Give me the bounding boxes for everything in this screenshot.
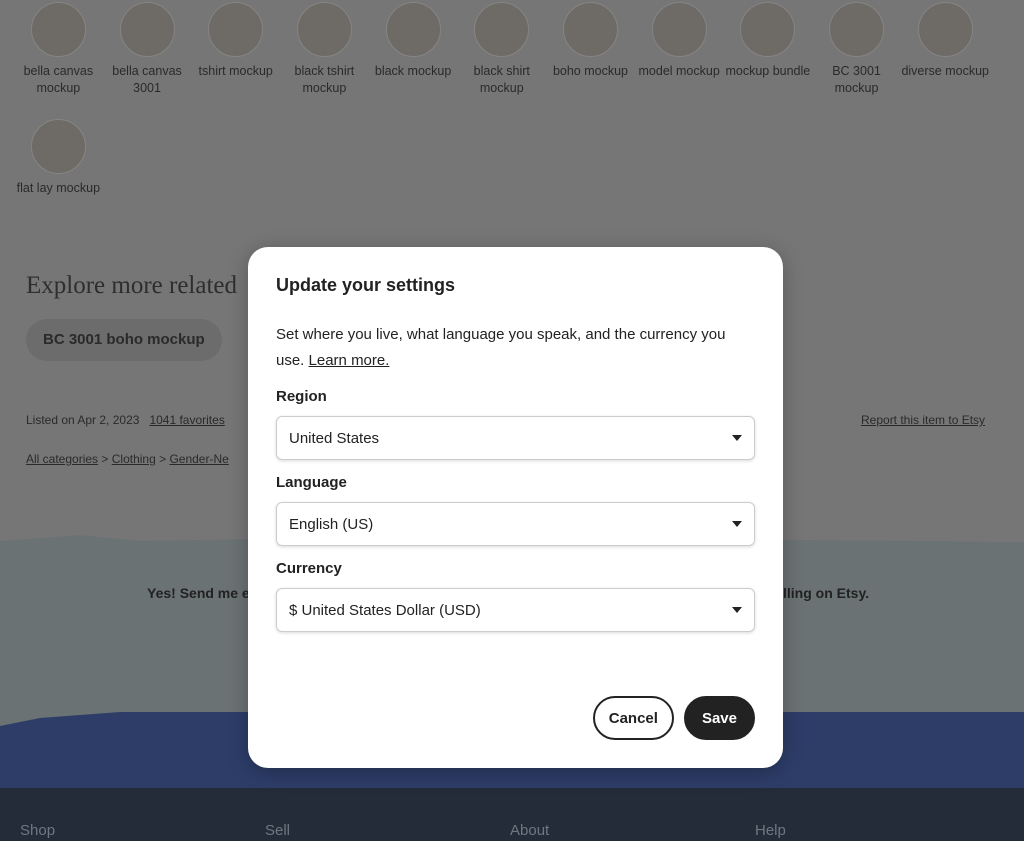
thumbnail-image	[829, 2, 885, 57]
related-search-chip[interactable]: diverse mockup	[901, 2, 990, 97]
chip-label: tshirt mockup	[198, 64, 273, 78]
related-search-chip[interactable]: boho mockup	[546, 2, 635, 97]
chip-label: model mockup	[638, 64, 720, 78]
thumbnail-image	[30, 2, 86, 57]
thumbnail-image	[651, 2, 707, 57]
explore-title: Explore more related	[26, 272, 238, 299]
report-link[interactable]: Report this item to Etsy	[861, 413, 985, 427]
related-search-pill[interactable]: BC 3001 boho mockup	[26, 319, 222, 361]
footer-shop[interactable]: Shop	[20, 822, 55, 839]
region-label: Region	[276, 388, 327, 405]
region-select[interactable]: United States	[276, 416, 755, 460]
currency-value: $ United States Dollar (USD)	[289, 601, 481, 619]
save-button[interactable]: Save	[683, 696, 755, 740]
newsletter-text-left: Yes! Send me e	[147, 585, 250, 601]
thumbnail-image	[208, 2, 264, 57]
chip-label: bella canvas mockup	[23, 64, 94, 95]
footer: Shop Sell About Help	[0, 788, 1024, 841]
thumbnail-image	[296, 2, 352, 57]
footer-sell[interactable]: Sell	[265, 822, 290, 839]
footer-about[interactable]: About	[510, 822, 549, 839]
thumbnail-image	[474, 2, 530, 57]
related-search-chip[interactable]: tshirt mockup	[191, 2, 280, 97]
caret-down-icon	[732, 521, 742, 527]
thumbnail-image	[562, 2, 618, 57]
crumb-gender[interactable]: Gender-Ne	[169, 452, 228, 466]
thumbnail-image	[917, 2, 973, 57]
related-search-chip[interactable]: bella canvas mockup	[14, 2, 103, 97]
related-search-chip[interactable]: BC 3001 mockup	[812, 2, 901, 97]
chip-label: BC 3001 mockup	[832, 64, 881, 95]
modal-title: Update your settings	[276, 275, 456, 295]
language-value: English (US)	[289, 515, 374, 533]
listing-meta: Listed on Apr 2, 2023 1041 favorites	[26, 413, 225, 427]
related-search-chip[interactable]: bella canvas 3001	[103, 2, 192, 97]
newsletter-text-right: lling on Etsy.	[783, 585, 870, 601]
caret-down-icon	[732, 607, 742, 613]
language-label: Language	[276, 474, 347, 491]
listed-date: Listed on Apr 2, 2023	[26, 413, 140, 427]
related-search-chip[interactable]: black tshirt mockup	[280, 2, 369, 97]
chip-label: boho mockup	[552, 64, 628, 78]
settings-modal: Update your settings Set where you live,…	[248, 247, 783, 768]
caret-down-icon	[732, 435, 742, 441]
currency-select[interactable]: $ United States Dollar (USD)	[276, 588, 755, 632]
related-search-chip[interactable]: flat lay mockup	[14, 119, 103, 197]
thumbnail-image	[740, 2, 796, 57]
region-value: United States	[289, 429, 380, 447]
related-search-chip[interactable]: black shirt mockup	[457, 2, 546, 97]
breadcrumb: All categories > Clothing > Gender-Ne	[26, 452, 229, 466]
thumbnail-image	[30, 119, 86, 174]
learn-more-link[interactable]: Learn more.	[309, 352, 390, 369]
crumb-all[interactable]: All categories	[26, 452, 98, 466]
thumbnail-image	[119, 2, 175, 57]
related-search-chip[interactable]: mockup bundle	[724, 2, 813, 97]
favorites-link[interactable]: 1041 favorites	[149, 413, 224, 427]
chip-label: bella canvas 3001	[112, 64, 182, 95]
chip-label: black mockup	[374, 64, 452, 78]
related-search-chip[interactable]: model mockup	[635, 2, 724, 97]
currency-label: Currency	[276, 560, 342, 577]
modal-description: Set where you live, what language you sp…	[276, 322, 755, 374]
thumbnail-image	[385, 2, 441, 57]
chip-label: black tshirt mockup	[294, 64, 355, 95]
language-select[interactable]: English (US)	[276, 502, 755, 546]
chip-label: black shirt mockup	[473, 64, 530, 95]
chip-label: mockup bundle	[725, 64, 811, 78]
footer-help[interactable]: Help	[755, 822, 786, 839]
related-search-chip[interactable]: black mockup	[369, 2, 458, 97]
cancel-button[interactable]: Cancel	[592, 696, 674, 740]
related-searches: bella canvas mockup bella canvas 3001 tshi…	[14, 2, 1014, 197]
crumb-clothing[interactable]: Clothing	[112, 452, 156, 466]
chip-label: flat lay mockup	[16, 181, 101, 195]
chip-label: diverse mockup	[901, 64, 989, 78]
